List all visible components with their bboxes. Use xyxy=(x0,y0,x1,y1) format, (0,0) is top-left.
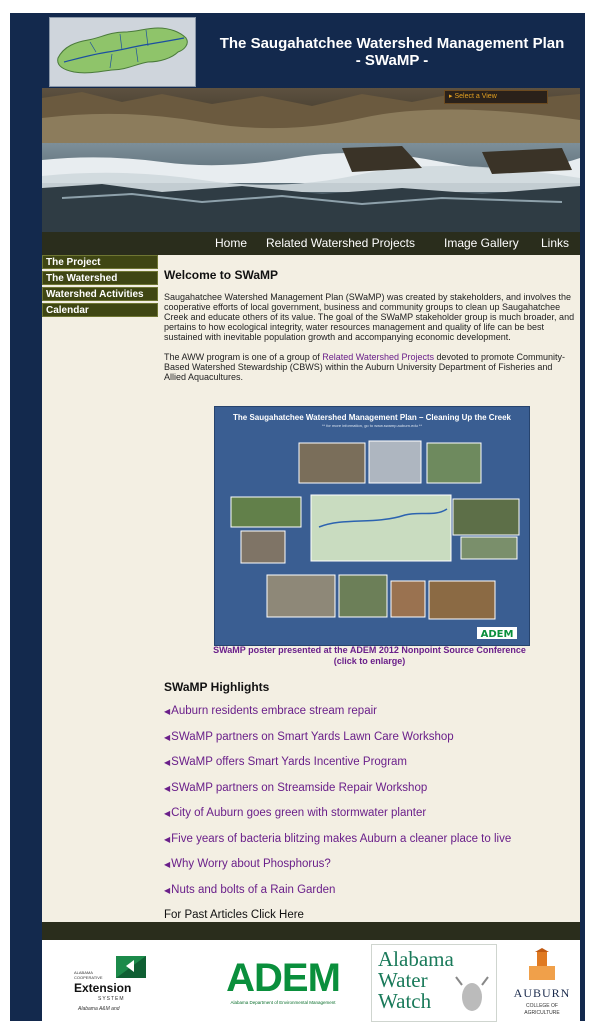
highlight-label: SWaMP partners on Smart Yards Lawn Care … xyxy=(171,731,454,743)
bullet-arrow-icon: ◀ xyxy=(164,886,171,895)
adem-logo[interactable]: ADEM Alabama Department of Environmental… xyxy=(214,958,352,1010)
aww-paragraph: The AWW program is one of a group of Rel… xyxy=(164,352,575,382)
crayfish-icon xyxy=(455,976,489,1011)
poster-caption[interactable]: SWaMP poster presented at the ADEM 2012 … xyxy=(164,645,575,667)
footer-bar xyxy=(42,922,580,940)
bullet-arrow-icon: ◀ xyxy=(164,733,171,742)
highlight-link-bacteria[interactable]: ◀Five years of bacteria blitzing makes A… xyxy=(164,833,511,845)
highlight-label: SWaMP partners on Streamside Repair Work… xyxy=(171,782,428,794)
swamp-poster-image[interactable]: The Saugahatchee Watershed Management Pl… xyxy=(214,406,530,646)
auburn-sub1: COLLEGE OF xyxy=(526,1003,558,1009)
bullet-arrow-icon: ◀ xyxy=(164,784,171,793)
related-projects-link[interactable]: Related Watershed Projects xyxy=(322,352,434,362)
svg-text:ADEM: ADEM xyxy=(481,629,514,640)
auburn-logo[interactable]: AUBURN COLLEGE OF AGRICULTURE xyxy=(507,948,577,1020)
main-content: Welcome to SWaMP Saugahatchee Watershed … xyxy=(164,268,575,392)
poster-caption-line2: (click to enlarge) xyxy=(333,656,406,666)
past-articles-link[interactable]: For Past Articles Click Here xyxy=(164,909,304,921)
nav-related-projects[interactable]: Related Watershed Projects xyxy=(266,235,415,251)
highlight-link-streamside[interactable]: ◀SWaMP partners on Streamside Repair Wor… xyxy=(164,782,427,794)
sidebar-item-calendar[interactable]: Calendar xyxy=(42,303,158,317)
highlight-label: SWaMP offers Smart Yards Incentive Progr… xyxy=(171,756,407,768)
highlight-link-stream-repair[interactable]: ◀Auburn residents embrace stream repair xyxy=(164,705,377,717)
highlight-label: City of Auburn goes green with stormwate… xyxy=(171,807,427,819)
intro-paragraph: Saugahatchee Watershed Management Plan (… xyxy=(164,292,575,342)
bullet-arrow-icon: ◀ xyxy=(164,835,171,844)
page-title: Welcome to SWaMP xyxy=(164,268,279,282)
extension-name: Extension xyxy=(74,981,132,995)
hero-waterfall-image: ▸ Select a View xyxy=(42,88,580,232)
extension-system: SYSTEM xyxy=(98,996,125,1002)
highlights-heading: SWaMP Highlights xyxy=(164,680,270,694)
aww-line1: Alabama xyxy=(378,947,454,971)
select-view-label: Select a View xyxy=(454,93,497,100)
extension-mid: COOPERATIVE xyxy=(74,975,103,980)
top-navigation: Home Related Watershed Projects Image Ga… xyxy=(42,232,580,255)
highlight-label: Nuts and bolts of a Rain Garden xyxy=(171,884,336,896)
partner-logos: ALABAMA COOPERATIVE Extension SYSTEM Ala… xyxy=(42,940,580,1022)
sidebar-item-project[interactable]: The Project xyxy=(42,255,158,269)
nav-home[interactable]: Home xyxy=(215,235,247,251)
site-title-line2: - SWaMP - xyxy=(355,52,429,69)
alabama-water-watch-logo[interactable]: Alabama Water Watch xyxy=(371,944,497,1022)
highlight-label: Five years of bacteria blitzing makes Au… xyxy=(171,833,512,845)
highlight-link-stormwater[interactable]: ◀City of Auburn goes green with stormwat… xyxy=(164,807,426,819)
bullet-arrow-icon: ◀ xyxy=(164,860,171,869)
adem-sub: Alabama Department of Environmental Mana… xyxy=(230,1000,336,1005)
adem-name: ADEM xyxy=(226,956,341,1000)
site-title-line1: The Saugahatchee Watershed Management Pl… xyxy=(219,35,565,52)
highlight-link-incentive[interactable]: ◀SWaMP offers Smart Yards Incentive Prog… xyxy=(164,756,407,768)
sidebar-navigation: The Project The Watershed Watershed Acti… xyxy=(42,255,158,319)
tower-icon xyxy=(529,948,555,980)
aww-text-start: The AWW program is one of a group of xyxy=(164,352,323,362)
watershed-map-icon[interactable] xyxy=(49,17,196,87)
highlight-link-lawn-care[interactable]: ◀SWaMP partners on Smart Yards Lawn Care… xyxy=(164,731,454,743)
extension-logo[interactable]: ALABAMA COOPERATIVE Extension SYSTEM Ala… xyxy=(70,954,152,1018)
sidebar-item-activities[interactable]: Watershed Activities xyxy=(42,287,158,301)
bullet-arrow-icon: ◀ xyxy=(164,809,171,818)
auburn-name: AUBURN xyxy=(513,986,571,1000)
highlight-label: Auburn residents embrace stream repair xyxy=(171,705,377,717)
site-header: The Saugahatchee Watershed Management Pl… xyxy=(42,15,580,88)
sidebar-item-watershed[interactable]: The Watershed xyxy=(42,271,158,285)
auburn-sub2: AGRICULTURE xyxy=(524,1010,560,1016)
aww-line2: Water xyxy=(378,968,428,992)
highlight-link-rain-garden[interactable]: ◀Nuts and bolts of a Rain Garden xyxy=(164,884,335,896)
bullet-arrow-icon: ◀ xyxy=(164,758,171,767)
highlight-link-phosphorus[interactable]: ◀Why Worry about Phosphorus? xyxy=(164,858,331,870)
bullet-arrow-icon: ◀ xyxy=(164,707,171,716)
highlight-label: Why Worry about Phosphorus? xyxy=(171,858,331,870)
site-title: The Saugahatchee Watershed Management Pl… xyxy=(207,35,577,69)
nav-links[interactable]: Links xyxy=(541,235,569,251)
nav-image-gallery[interactable]: Image Gallery xyxy=(444,235,519,251)
poster-caption-line1: SWaMP poster presented at the ADEM 2012 … xyxy=(213,645,526,655)
aww-line3: Watch xyxy=(378,989,432,1013)
extension-sub: Alabama A&M and xyxy=(78,1006,120,1012)
triangle-right-icon: ▸ xyxy=(449,93,453,100)
select-view-dropdown[interactable]: ▸ Select a View xyxy=(444,90,548,104)
